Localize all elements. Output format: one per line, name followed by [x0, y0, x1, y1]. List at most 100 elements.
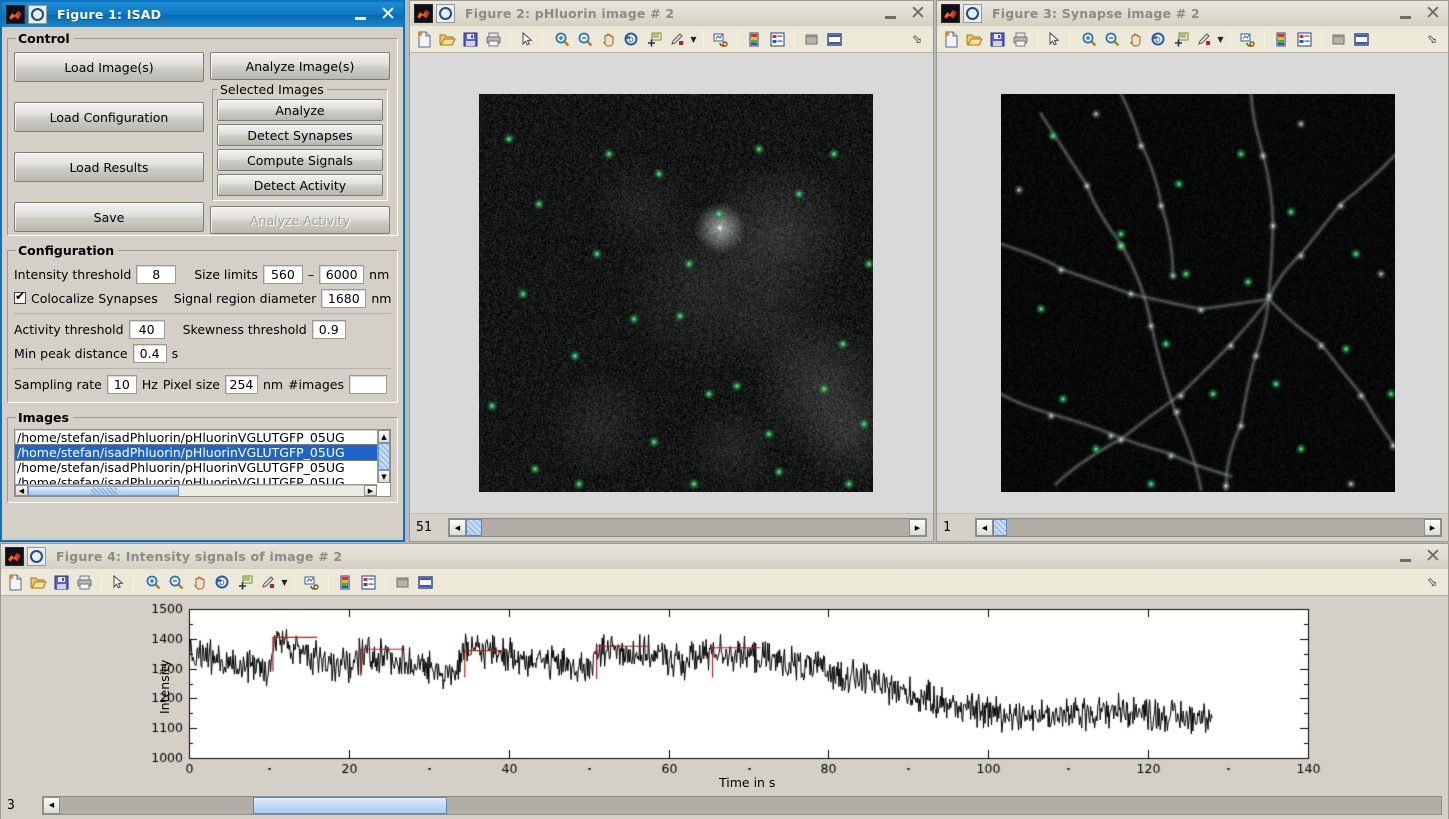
brush-icon[interactable]: [666, 28, 689, 51]
property-editor-icon[interactable]: [1350, 28, 1373, 51]
plot-browser-icon[interactable]: [357, 571, 380, 594]
figure-palette-icon[interactable]: [391, 571, 414, 594]
figure-1-window[interactable]: Figure 1: ISAD ✕ Control Load Image(s) L…: [0, 0, 405, 542]
load-configuration-button[interactable]: Load Configuration: [14, 102, 204, 132]
figure-3-toolbar[interactable]: D▼⬂: [937, 26, 1448, 53]
pointer-icon[interactable]: [516, 28, 539, 51]
pan-icon[interactable]: [597, 28, 620, 51]
images-list-items[interactable]: /home/stefan/isadPhluorin/pHluorinVGLUTG…: [15, 430, 390, 484]
analyze-images-button[interactable]: Analyze Image(s): [210, 52, 390, 80]
horizontal-scroll-thumb[interactable]: [28, 486, 179, 496]
activity-threshold-input[interactable]: 40: [129, 320, 165, 339]
open-file-icon[interactable]: [436, 28, 459, 51]
close-icon[interactable]: ✕: [1420, 546, 1446, 567]
horizontal-scroll-track[interactable]: [28, 485, 364, 496]
minimize-button[interactable]: [877, 3, 903, 24]
figure-palette-icon[interactable]: [1327, 28, 1350, 51]
figure-4-titlebar[interactable]: Figure 4: Intensity signals of image # 2…: [1, 544, 1448, 569]
plot-browser-icon[interactable]: [766, 28, 789, 51]
close-icon[interactable]: ✕: [1420, 3, 1446, 24]
figure-2-frame-scrollbar[interactable]: ◀ ▶: [448, 518, 927, 537]
print-figure-icon[interactable]: [482, 28, 505, 51]
compute-signals-button[interactable]: Compute Signals: [217, 149, 383, 171]
images-horizontal-scrollbar[interactable]: ◀ ▶: [15, 484, 377, 496]
link-plot-icon[interactable]: [300, 571, 323, 594]
zoom-in-icon[interactable]: [142, 571, 165, 594]
property-editor-icon[interactable]: [823, 28, 846, 51]
zoom-out-icon[interactable]: [574, 28, 597, 51]
intensity-threshold-input[interactable]: 8: [136, 265, 176, 284]
images-listbox[interactable]: /home/stefan/isadPhluorin/pHluorinVGLUTG…: [14, 429, 391, 497]
scroll-up-arrow-icon[interactable]: ▲: [378, 430, 390, 443]
scroll-left-arrow-icon[interactable]: ◀: [15, 485, 28, 496]
rotate-3d-icon[interactable]: D: [211, 571, 234, 594]
brush-icon[interactable]: [1193, 28, 1216, 51]
frame-scroll-track[interactable]: [466, 519, 909, 536]
detect-activity-button[interactable]: Detect Activity: [217, 174, 383, 196]
plot-browser-icon[interactable]: [1293, 28, 1316, 51]
new-figure-icon[interactable]: [4, 571, 27, 594]
colocalize-synapses-checkbox[interactable]: [14, 292, 26, 304]
figure-1-titlebar[interactable]: Figure 1: ISAD ✕: [2, 2, 403, 27]
size-limit-min-input[interactable]: 560: [263, 265, 303, 284]
brush-icon[interactable]: [257, 571, 280, 594]
pan-icon[interactable]: [1124, 28, 1147, 51]
zoom-out-icon[interactable]: [1101, 28, 1124, 51]
list-item[interactable]: /home/stefan/isadPhluorin/pHluorinVGLUTG…: [15, 460, 390, 475]
figure-palette-icon[interactable]: [800, 28, 823, 51]
frame-scroll-thumb[interactable]: [993, 519, 1007, 536]
dock-arrow-icon[interactable]: ⬂: [1427, 575, 1437, 589]
figure-4-toolbar[interactable]: D ▼ ⬂: [1, 569, 1448, 596]
caret-down-icon[interactable]: ▼: [280, 571, 289, 594]
scroll-left-arrow-icon[interactable]: ◀: [449, 519, 466, 536]
frame-scroll-thumb[interactable]: [466, 519, 482, 536]
open-file-icon[interactable]: [27, 571, 50, 594]
figure-3-frame-scrollbar[interactable]: ◀ ▶: [975, 518, 1442, 537]
scroll-right-arrow-icon[interactable]: ▶: [1424, 519, 1441, 536]
min-peak-distance-input[interactable]: 0.4: [133, 344, 167, 363]
open-file-icon[interactable]: [963, 28, 986, 51]
save-button[interactable]: Save: [14, 202, 204, 232]
figure-4-window[interactable]: Figure 4: Intensity signals of image # 2…: [0, 543, 1449, 819]
save-figure-icon[interactable]: [50, 571, 73, 594]
close-icon[interactable]: ✕: [905, 3, 931, 24]
images-vertical-scrollbar[interactable]: ▲ ▼: [377, 430, 390, 483]
figure-2-window[interactable]: Figure 2: pHluorin image # 2 ✕ D▼⬂ 51 ◀ …: [409, 0, 934, 542]
rotate-3d-icon[interactable]: D: [1147, 28, 1170, 51]
dock-arrow-icon[interactable]: ⬂: [912, 32, 922, 46]
link-plot-icon[interactable]: [1236, 28, 1259, 51]
save-figure-icon[interactable]: [459, 28, 482, 51]
zoom-in-icon[interactable]: [1078, 28, 1101, 51]
colormap-icon[interactable]: [1270, 28, 1293, 51]
frame-scroll-track[interactable]: [993, 519, 1424, 536]
scroll-right-arrow-icon[interactable]: ▶: [364, 485, 377, 496]
figure-4-signal-scrollbar[interactable]: ◀: [42, 796, 1442, 815]
list-item[interactable]: /home/stefan/isadPhluorin/pHluorinVGLUTG…: [15, 445, 390, 460]
analyze-button[interactable]: Analyze: [217, 99, 383, 121]
signal-region-diameter-input[interactable]: 1680: [321, 289, 366, 308]
pixel-size-input[interactable]: 254: [225, 375, 258, 394]
data-cursor-icon[interactable]: [1170, 28, 1193, 51]
data-cursor-icon[interactable]: [643, 28, 666, 51]
load-images-button[interactable]: Load Image(s): [14, 52, 204, 82]
vertical-scroll-thumb[interactable]: [378, 443, 390, 470]
link-plot-icon[interactable]: [709, 28, 732, 51]
scroll-right-arrow-icon[interactable]: ▶: [909, 519, 926, 536]
colormap-icon[interactable]: [743, 28, 766, 51]
pointer-icon[interactable]: [1043, 28, 1066, 51]
figure-2-titlebar[interactable]: Figure 2: pHluorin image # 2 ✕: [410, 1, 933, 26]
minimize-button[interactable]: [1392, 546, 1418, 567]
minimize-button[interactable]: [1392, 3, 1418, 24]
size-limit-max-input[interactable]: 6000: [319, 265, 364, 284]
skewness-threshold-input[interactable]: 0.9: [312, 320, 346, 339]
property-editor-icon[interactable]: [414, 571, 437, 594]
save-figure-icon[interactable]: [986, 28, 1009, 51]
rotate-3d-icon[interactable]: D: [620, 28, 643, 51]
minimize-button[interactable]: [347, 4, 373, 25]
caret-down-icon[interactable]: ▼: [689, 28, 698, 51]
colormap-icon[interactable]: [334, 571, 357, 594]
pan-icon[interactable]: [188, 571, 211, 594]
print-figure-icon[interactable]: [73, 571, 96, 594]
scroll-left-arrow-icon[interactable]: ◀: [976, 519, 993, 536]
sampling-rate-input[interactable]: 10: [107, 375, 137, 394]
